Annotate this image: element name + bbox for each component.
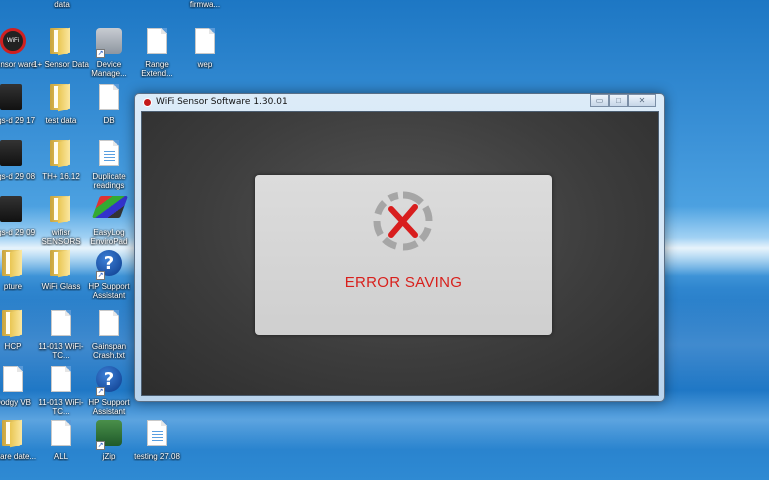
document-icon <box>96 140 122 170</box>
folder-icon <box>0 419 26 450</box>
window-controls: ▭ □ ✕ <box>590 94 656 107</box>
desktop-icon[interactable]: wep <box>180 28 230 69</box>
desktop-icon-label: DB <box>103 116 115 125</box>
desktop-icon-partial[interactable]: data <box>37 0 87 9</box>
window-title: WiFi Sensor Software 1.30.01 <box>156 97 288 107</box>
desktop-icon-label: EasyLog EnviroPad <box>90 228 128 246</box>
desktop-icon[interactable]: ↗ Device Manage... <box>84 28 134 78</box>
help-icon: ? ↗ <box>96 366 122 396</box>
close-button[interactable]: ✕ <box>628 94 656 107</box>
desktop-icon[interactable]: 11-013 WiFi-TC... <box>36 366 86 416</box>
desktop-icon[interactable]: DB <box>84 84 134 125</box>
dark-file-icon <box>0 196 26 226</box>
desktop-icon[interactable]: testing 27.08 <box>132 420 182 461</box>
app-logo-icon <box>143 97 152 107</box>
document-icon <box>48 310 74 340</box>
desktop-icon-label: HP Support Assistant <box>88 282 130 300</box>
error-message: ERROR SAVING <box>344 274 463 291</box>
desktop-icon[interactable]: WiFi Glass <box>36 249 86 291</box>
desktop-icon[interactable]: EasyLog EnviroPad <box>84 196 134 246</box>
error-x-icon <box>373 191 433 251</box>
desktop-icon[interactable]: 11-013 WiFi-TC... <box>36 310 86 360</box>
desktop-icon[interactable]: wifisr SENSORS <box>36 195 86 246</box>
desktop-icon-label: Duplicate readings <box>92 172 126 190</box>
document-icon <box>144 28 170 58</box>
desktop-icon-label: HP Support Assistant <box>88 398 130 416</box>
folder-icon <box>48 27 74 58</box>
folder-icon <box>48 83 74 114</box>
wifi-sensor-window[interactable]: WiFi Sensor Software 1.30.01 ▭ □ ✕ ERROR… <box>134 93 665 402</box>
document-icon <box>0 366 26 396</box>
folder-icon <box>48 249 74 280</box>
desktop-icon-label: data <box>54 0 70 9</box>
desktop-icon[interactable]: 1+ Sensor Data <box>33 27 89 69</box>
desktop-icon[interactable]: TH+ 16.12 <box>36 139 86 181</box>
desktop-icon[interactable]: Gainspan Crash.txt <box>84 310 134 360</box>
help-icon: ? ↗ <box>96 250 122 280</box>
desktop-icon-partial[interactable]: firmwa... <box>180 0 230 9</box>
desktop-icon[interactable]: ? ↗ HP Support Assistant <box>84 250 134 300</box>
folder-icon <box>0 309 26 340</box>
maximize-button[interactable]: □ <box>609 94 628 107</box>
folder-icon <box>0 249 26 280</box>
document-icon <box>48 366 74 396</box>
wifi-sensor-icon: WiFi <box>0 28 26 58</box>
folder-icon <box>48 195 74 226</box>
device-manager-icon: ↗ <box>96 28 122 58</box>
dark-file-icon <box>0 140 26 170</box>
desktop-icon[interactable]: Range Extend... <box>132 28 182 78</box>
desktop-icon[interactable]: ↗ jZip <box>84 420 134 461</box>
desktop-icon[interactable]: ALL <box>36 420 86 461</box>
document-icon <box>96 310 122 340</box>
desktop-icon[interactable]: Duplicate readings <box>84 140 134 190</box>
window-titlebar[interactable]: WiFi Sensor Software 1.30.01 ▭ □ ✕ <box>135 94 664 110</box>
desktop-icon-label: wep <box>197 60 213 69</box>
folder-icon <box>48 139 74 170</box>
desktop-icon[interactable]: ? ↗ HP Support Assistant <box>84 366 134 416</box>
desktop-icon-label: testing 27.08 <box>134 452 180 461</box>
jzip-icon: ↗ <box>96 420 122 450</box>
desktop-icon[interactable]: test data <box>36 83 86 125</box>
desktop-icon-label: firmwa... <box>189 0 221 9</box>
desktop-icon-label: Gainspan Crash.txt <box>91 342 127 360</box>
document-icon <box>96 84 122 114</box>
minimize-button[interactable]: ▭ <box>590 94 609 107</box>
dark-file-icon <box>0 84 26 114</box>
window-client-area: ERROR SAVING <box>141 111 659 396</box>
error-dialog[interactable]: ERROR SAVING <box>255 175 552 335</box>
document-icon <box>144 420 170 450</box>
easylog-icon <box>91 196 129 226</box>
document-icon <box>48 420 74 450</box>
document-icon <box>192 28 218 58</box>
